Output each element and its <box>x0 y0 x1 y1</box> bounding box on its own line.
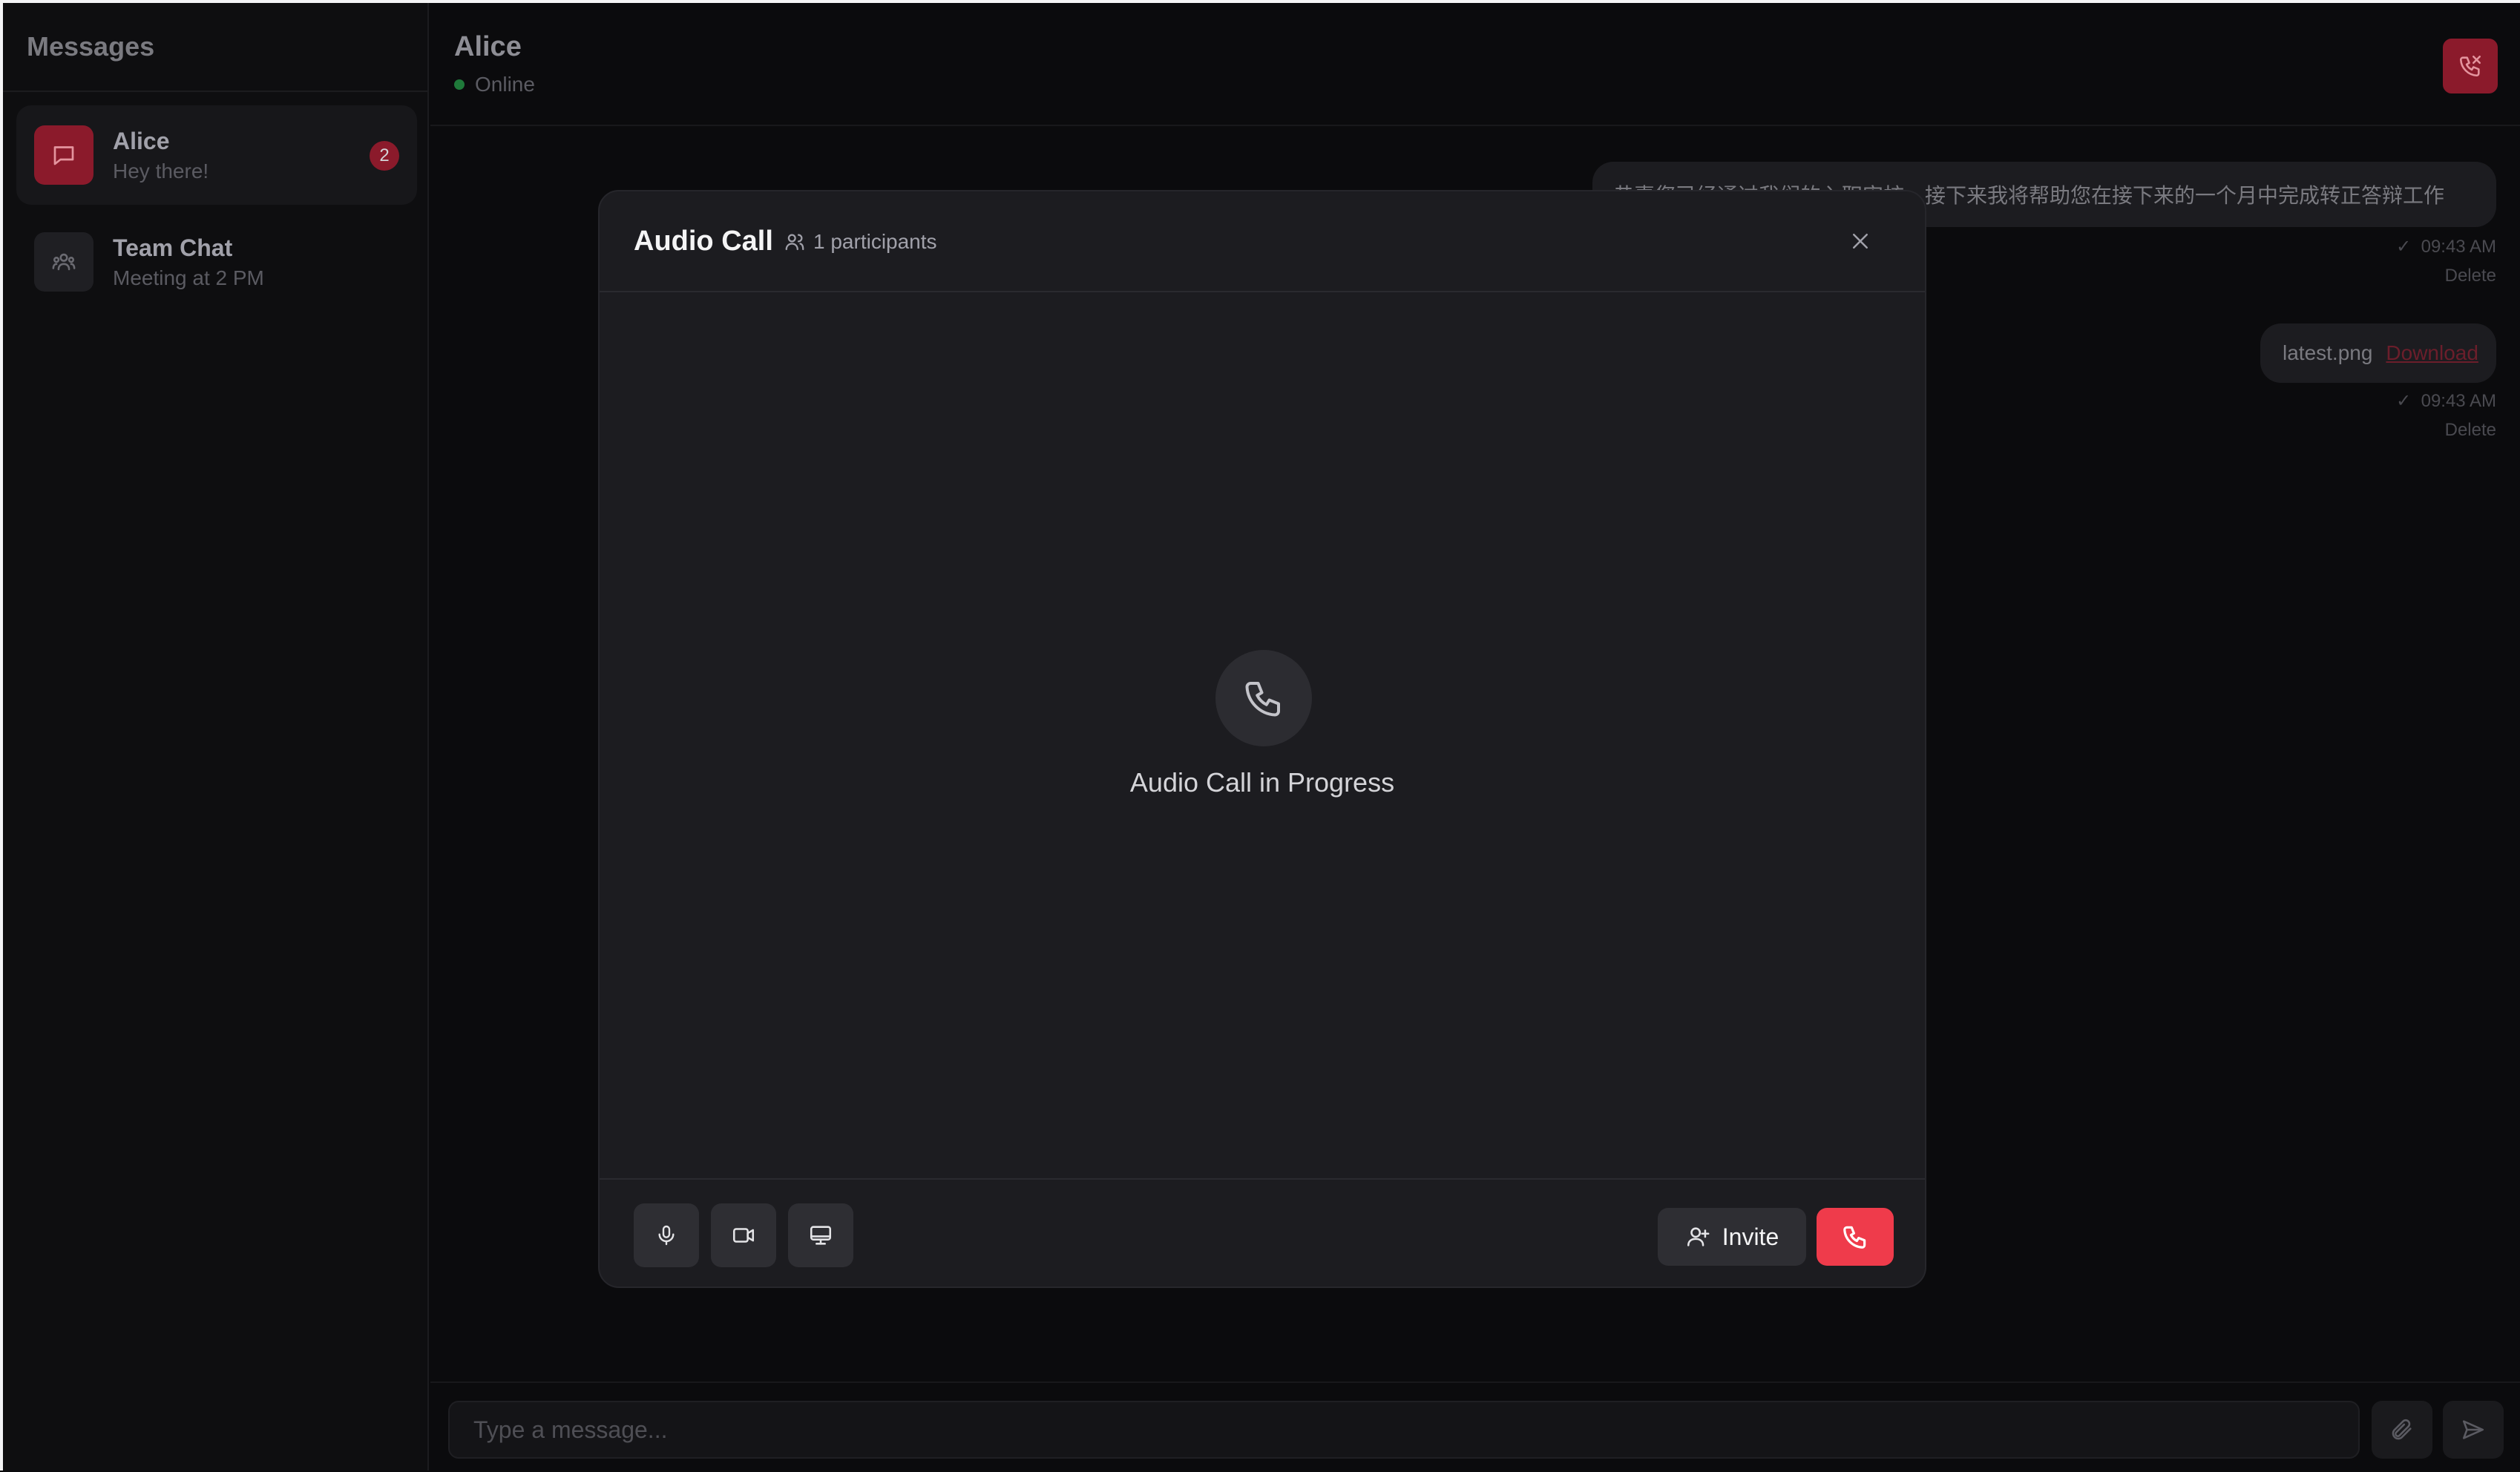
send-button[interactable] <box>2443 1401 2504 1459</box>
start-call-button[interactable] <box>2443 39 2498 93</box>
file-name: latest.png <box>2283 341 2373 364</box>
check-icon: ✓ <box>2396 391 2412 411</box>
microphone-icon <box>658 1225 675 1246</box>
group-icon <box>34 232 93 292</box>
invite-label: Invite <box>1722 1223 1779 1250</box>
conversation-preview: Hey there! <box>113 159 209 183</box>
phone-icon <box>1245 682 1280 717</box>
chat-status: Online <box>454 73 535 96</box>
online-indicator <box>454 79 465 90</box>
mute-button[interactable] <box>634 1203 699 1267</box>
audio-call-modal: Audio Call 1 participants Audio Call in … <box>598 190 1926 1288</box>
check-icon: ✓ <box>2396 237 2412 257</box>
call-controls: Invite <box>600 1178 1925 1287</box>
users-icon <box>785 234 804 251</box>
monitor-icon <box>810 1226 832 1245</box>
download-link[interactable]: Download <box>2386 341 2478 365</box>
participants-label: 1 participants <box>813 230 937 253</box>
delete-message-link[interactable]: Delete <box>2445 266 2496 286</box>
call-status-text: Audio Call in Progress <box>1129 767 1395 798</box>
sidebar-title: Messages <box>27 31 155 62</box>
phone-call-icon <box>2459 55 2481 77</box>
message-time: 09:43 AM <box>2421 237 2496 257</box>
paperclip-icon <box>2392 1419 2412 1440</box>
call-avatar <box>1215 650 1312 746</box>
message-meta: ✓ 09:43 AM <box>2396 236 2496 257</box>
message-time: 09:43 AM <box>2421 391 2496 411</box>
composer <box>430 1381 2520 1472</box>
video-toggle-button[interactable] <box>711 1203 776 1267</box>
video-camera-icon <box>732 1228 755 1243</box>
conversation-item-team-chat[interactable]: Team Chat Meeting at 2 PM <box>16 212 417 312</box>
call-stage: Audio Call in Progress <box>600 292 1925 1177</box>
modal-title: Audio Call <box>634 226 773 257</box>
user-plus-icon <box>1687 1227 1710 1246</box>
screen-share-button[interactable] <box>788 1203 853 1267</box>
file-message-bubble: latest.png Download <box>2260 323 2496 383</box>
attach-button[interactable] <box>2372 1401 2432 1459</box>
phone-hangup-icon <box>1843 1226 1866 1249</box>
status-text: Online <box>475 73 535 96</box>
invite-button[interactable]: Invite <box>1658 1208 1806 1266</box>
send-icon <box>2462 1420 2484 1439</box>
participants-count: 1 participants <box>784 230 937 254</box>
sidebar-header: Messages <box>3 3 427 92</box>
sidebar: Messages Alice Hey there! 2 Team Chat Me… <box>3 3 429 1471</box>
conversation-item-alice[interactable]: Alice Hey there! 2 <box>16 105 417 205</box>
conversation-name: Alice <box>113 127 170 154</box>
modal-header: Audio Call 1 participants <box>600 191 1925 292</box>
close-modal-button[interactable] <box>1845 226 1876 257</box>
message-input[interactable] <box>448 1401 2360 1459</box>
conversation-name: Team Chat <box>113 234 233 261</box>
unread-badge: 2 <box>370 141 399 171</box>
end-call-button[interactable] <box>1817 1208 1894 1266</box>
close-icon <box>1853 234 1868 249</box>
message-meta: ✓ 09:43 AM <box>2396 390 2496 412</box>
chat-contact-name: Alice <box>454 31 522 62</box>
chat-header: Alice Online <box>430 3 2520 126</box>
delete-message-link[interactable]: Delete <box>2445 420 2496 441</box>
message-icon <box>34 125 93 185</box>
conversation-preview: Meeting at 2 PM <box>113 266 264 289</box>
